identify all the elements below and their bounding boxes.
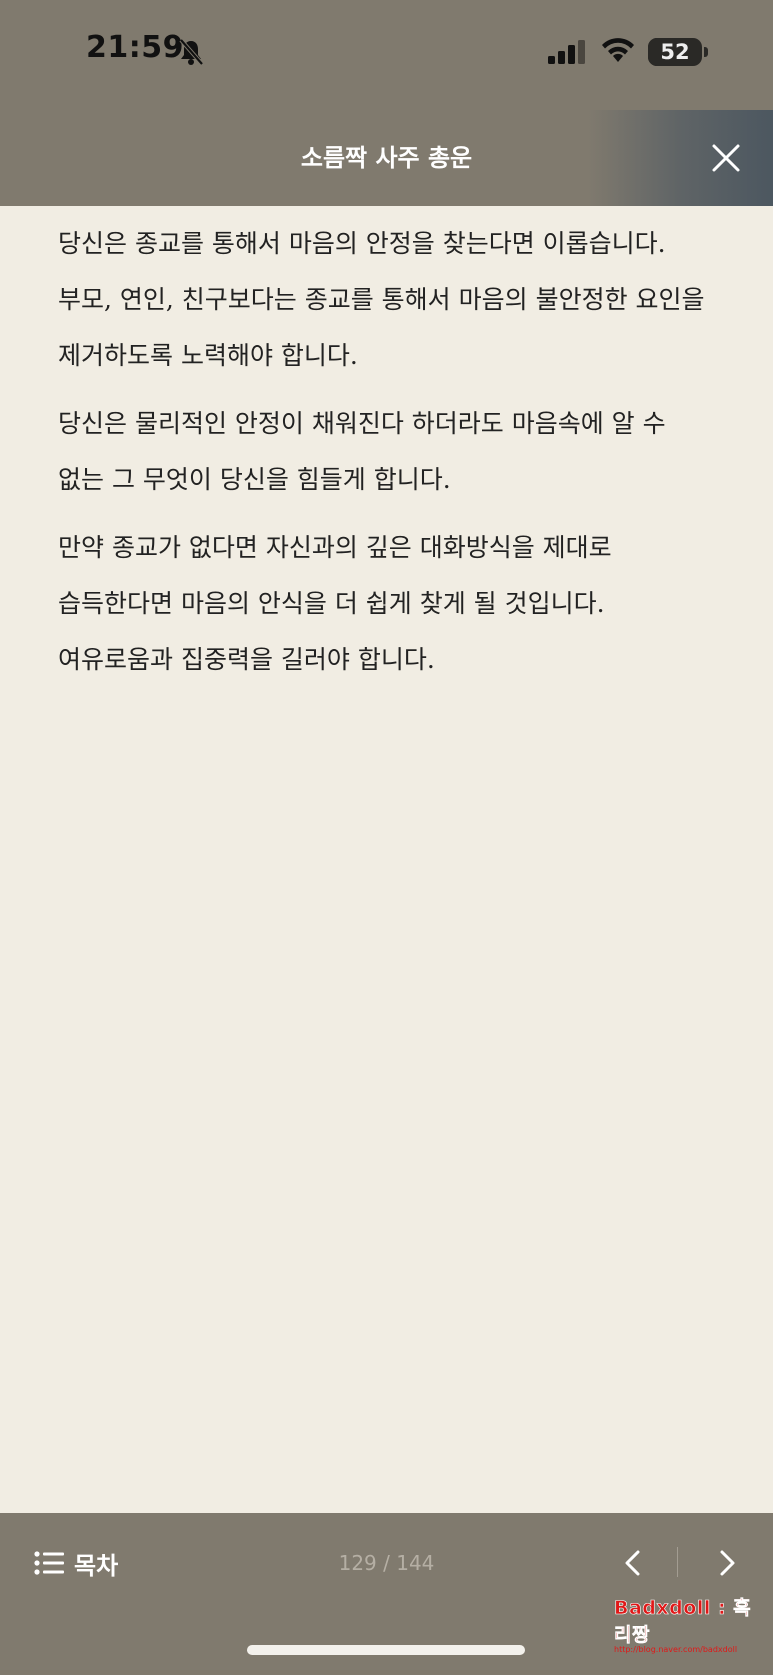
chevron-left-icon[interactable] [618, 1545, 648, 1581]
battery-level: 52 [660, 40, 690, 64]
wifi-icon [602, 38, 634, 62]
paragraph: 당신은 물리적인 안정이 채워진다 하더라도 마음속에 알 수 없는 그 무엇이… [58, 409, 666, 494]
paragraph: 당신은 종교를 통해서 마음의 안정을 찾는다면 이롭습니다. 부모, 연인, … [58, 229, 705, 370]
battery-icon: 52 [648, 38, 708, 66]
cellular-signal-icon [548, 40, 585, 64]
watermark: Badxdoll : 흑리짱 http://blog.naver.com/bad… [614, 1593, 764, 1654]
status-bar: 21:59 52 [0, 0, 773, 110]
nav-divider [677, 1547, 678, 1577]
paragraph: 만약 종교가 없다면 자신과의 깊은 대화방식을 제대로 습득한다면 마음의 안… [58, 533, 612, 674]
reading-content: 당신은 종교를 통해서 마음의 안정을 찾는다면 이롭습니다. 부모, 연인, … [58, 206, 718, 688]
watermark-url: http://blog.naver.com/badxdoll [614, 1645, 738, 1654]
page-indicator: 129 / 144 [338, 1551, 435, 1575]
bell-slash-icon [179, 38, 204, 66]
status-time: 21:59 [86, 30, 184, 65]
home-indicator[interactable] [247, 1645, 525, 1655]
watermark-text: Badxdoll : 흑리짱 [614, 1597, 752, 1647]
header-bar: 소름짝 사주 총운 [0, 110, 773, 206]
chevron-right-icon[interactable] [712, 1545, 742, 1581]
close-icon[interactable] [704, 136, 748, 180]
page-title: 소름짝 사주 총운 [300, 144, 473, 172]
